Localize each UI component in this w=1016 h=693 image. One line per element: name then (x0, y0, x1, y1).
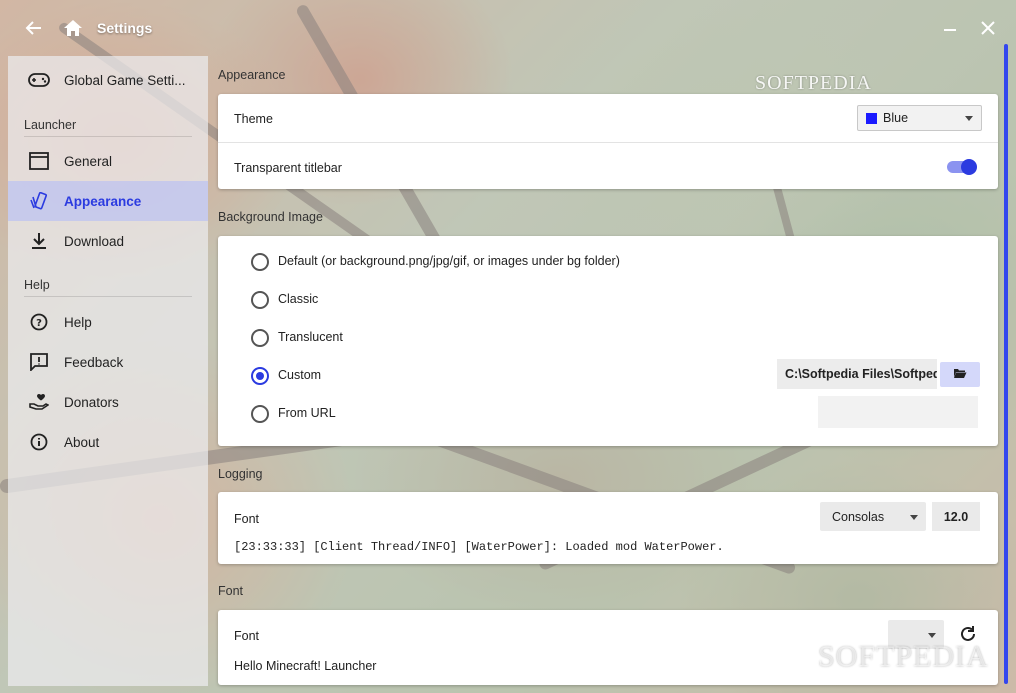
theme-select[interactable]: Blue (857, 105, 982, 131)
home-icon[interactable] (59, 14, 87, 42)
radio-label: Classic (278, 292, 319, 306)
sidebar-item-label: General (64, 153, 113, 169)
sidebar-item-label: Donators (64, 394, 119, 410)
theme-label: Theme (234, 112, 273, 126)
background-image-card: Default (or background.png/jpg/gif, or i… (218, 236, 998, 446)
logging-card: Font Consolas 12.0 [23:33:33] [Client Th… (218, 492, 998, 564)
theme-select-value: Blue (883, 111, 909, 125)
logging-font-preview: [23:33:33] [Client Thread/INFO] [WaterPo… (234, 540, 724, 554)
sidebar: Global Game Setti... Launcher General Ap… (8, 56, 208, 686)
appearance-card: Theme Blue Transparent titlebar (218, 94, 998, 189)
font-label: Font (234, 629, 260, 643)
sidebar-section-help: Help (24, 278, 192, 297)
sidebar-section-launcher: Launcher (24, 118, 192, 137)
logging-section-title: Logging (218, 467, 263, 481)
custom-path-field[interactable]: C:\Softpedia Files\Softpedia (777, 359, 937, 389)
sidebar-item-download[interactable]: Download (8, 221, 208, 261)
close-icon[interactable] (974, 14, 1002, 42)
back-arrow-icon[interactable] (20, 14, 48, 42)
feedback-icon (28, 351, 50, 373)
sidebar-item-label: Download (64, 233, 125, 249)
font-section-title: Font (218, 584, 244, 598)
radio-label: Custom (278, 368, 322, 382)
font-preview: Hello Minecraft! Launcher (234, 659, 377, 673)
title-bar: Settings (0, 0, 1016, 56)
appearance-section-title: Appearance (218, 68, 286, 82)
chevron-down-icon (928, 632, 936, 638)
logging-font-label: Font (234, 512, 260, 526)
donate-icon (28, 391, 50, 413)
sidebar-item-label: Appearance (64, 193, 142, 209)
window-icon (28, 150, 50, 172)
radio-button[interactable] (251, 291, 269, 309)
help-circle-icon: ? (28, 311, 50, 333)
download-icon (28, 230, 50, 252)
sidebar-item-global-game-settings[interactable]: Global Game Setti... (8, 60, 208, 100)
transparent-titlebar-label: Transparent titlebar (234, 161, 342, 175)
folder-open-icon (953, 367, 967, 382)
sidebar-item-appearance[interactable]: Appearance (8, 181, 208, 221)
sidebar-item-label: About (64, 434, 100, 450)
radio-button[interactable] (251, 367, 269, 385)
window-title: Settings (97, 20, 153, 36)
radio-label: Translucent (278, 330, 343, 344)
radio-button[interactable] (251, 329, 269, 347)
sidebar-item-feedback[interactable]: Feedback (8, 342, 208, 382)
minimize-icon[interactable] (936, 14, 964, 42)
logging-font-size-field[interactable]: 12.0 (932, 502, 980, 531)
palette-icon (28, 190, 50, 212)
chevron-down-icon (965, 116, 973, 121)
logging-font-value: Consolas (832, 509, 885, 524)
gamepad-icon (28, 69, 50, 91)
radio-label: Default (or background.png/jpg/gif, or i… (278, 254, 620, 268)
radio-label: From URL (278, 406, 336, 420)
info-icon (28, 431, 50, 453)
sidebar-item-general[interactable]: General (8, 141, 208, 181)
sidebar-item-label: Feedback (64, 354, 124, 370)
app-window: Settings Global Game Setti... Launcher G… (0, 0, 1016, 693)
watermark: SOFTPEDIA (755, 72, 872, 94)
background-image-section-title: Background Image (218, 210, 323, 224)
scrollbar[interactable] (1004, 44, 1008, 684)
url-input[interactable] (818, 396, 978, 428)
radio-button[interactable] (251, 253, 269, 271)
svg-text:?: ? (36, 318, 42, 329)
sidebar-item-donators[interactable]: Donators (8, 382, 208, 422)
sidebar-item-help[interactable]: ? Help (8, 302, 208, 342)
sidebar-item-about[interactable]: About (8, 422, 208, 462)
sidebar-item-label: Help (64, 314, 92, 330)
radio-button[interactable] (251, 405, 269, 423)
logging-font-select[interactable]: Consolas (820, 502, 926, 531)
theme-color-swatch (866, 112, 877, 124)
chevron-down-icon (910, 514, 918, 520)
sidebar-item-label: Global Game Setti... (64, 72, 186, 88)
transparent-titlebar-toggle[interactable] (945, 158, 979, 176)
browse-folder-button[interactable] (940, 362, 980, 387)
watermark: SOFTPEDIA (818, 640, 989, 673)
